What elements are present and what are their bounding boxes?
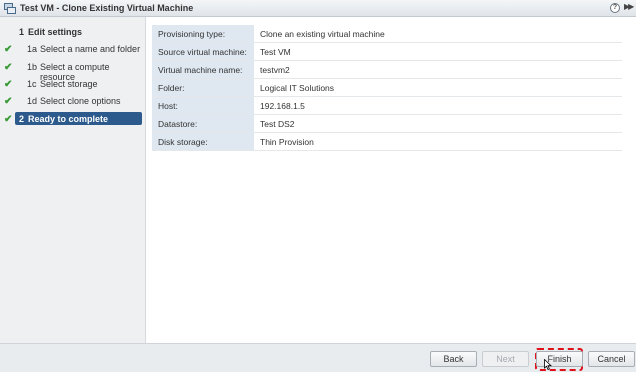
row-value: Clone an existing virtual machine bbox=[254, 25, 622, 43]
main-content: Provisioning type: Clone an existing vir… bbox=[146, 17, 636, 343]
row-label: Virtual machine name: bbox=[152, 60, 254, 79]
step-number: 1a bbox=[27, 44, 38, 54]
table-row: Folder: Logical IT Solutions bbox=[152, 78, 622, 97]
wizard-steps-sidebar: 1 Edit settings ✔ 1a Select a name and f… bbox=[0, 17, 146, 343]
table-row: Host: 192.168.1.5 bbox=[152, 96, 622, 115]
wizard-footer: Back Next Finish Cancel bbox=[0, 343, 636, 372]
step-number: 2 bbox=[19, 114, 25, 124]
help-icon[interactable]: ? bbox=[610, 3, 620, 13]
row-value: 192.168.1.5 bbox=[254, 96, 622, 115]
step-number: 1c bbox=[27, 79, 37, 89]
step-label: Select storage bbox=[40, 79, 98, 89]
step-edit-settings[interactable]: 1 Edit settings bbox=[0, 25, 146, 40]
step-select-storage[interactable]: ✔ 1c Select storage bbox=[0, 77, 146, 92]
table-row: Datastore: Test DS2 bbox=[152, 114, 622, 133]
step-label: Select a name and folder bbox=[40, 44, 141, 54]
step-number: 1 bbox=[19, 27, 25, 37]
row-label: Disk storage: bbox=[152, 132, 254, 151]
row-label: Source virtual machine: bbox=[152, 42, 254, 61]
checkmark-icon: ✔ bbox=[4, 114, 13, 125]
row-label: Folder: bbox=[152, 78, 254, 97]
step-ready-to-complete[interactable]: ✔ 2 Ready to complete bbox=[0, 112, 146, 127]
row-label: Datastore: bbox=[152, 114, 254, 133]
row-label: Host: bbox=[152, 96, 254, 115]
checkmark-icon: ✔ bbox=[4, 62, 13, 73]
settings-summary-table: Provisioning type: Clone an existing vir… bbox=[152, 25, 622, 151]
step-select-compute-resource[interactable]: ✔ 1b Select a compute resource bbox=[0, 60, 146, 82]
next-button: Next bbox=[482, 351, 529, 367]
row-value: Thin Provision bbox=[254, 132, 622, 151]
back-button[interactable]: Back bbox=[430, 351, 477, 367]
vm-clone-icon bbox=[4, 3, 16, 14]
row-label: Provisioning type: bbox=[152, 25, 254, 43]
checkmark-icon: ✔ bbox=[4, 96, 13, 107]
step-select-name-folder[interactable]: ✔ 1a Select a name and folder bbox=[0, 42, 146, 57]
step-select-clone-options[interactable]: ✔ 1d Select clone options bbox=[0, 94, 146, 109]
table-row: Disk storage: Thin Provision bbox=[152, 132, 622, 151]
row-value: Test VM bbox=[254, 42, 622, 61]
step-label: Select clone options bbox=[40, 96, 121, 106]
double-chevron-right-icon[interactable]: ▶▶ bbox=[624, 2, 634, 11]
window-title: Test VM - Clone Existing Virtual Machine bbox=[20, 3, 194, 13]
table-row: Provisioning type: Clone an existing vir… bbox=[152, 25, 622, 43]
table-row: Source virtual machine: Test VM bbox=[152, 42, 622, 61]
row-value: testvm2 bbox=[254, 60, 622, 79]
row-value: Logical IT Solutions bbox=[254, 78, 622, 97]
step-label: Ready to complete bbox=[28, 114, 109, 124]
row-value: Test DS2 bbox=[254, 114, 622, 133]
step-number: 1b bbox=[27, 62, 38, 72]
step-number: 1d bbox=[27, 96, 38, 106]
checkmark-icon: ✔ bbox=[4, 79, 13, 90]
step-label: Edit settings bbox=[28, 27, 83, 37]
title-bar: Test VM - Clone Existing Virtual Machine… bbox=[0, 0, 636, 17]
checkmark-icon: ✔ bbox=[4, 44, 13, 55]
mouse-pointer-icon bbox=[544, 359, 552, 370]
cancel-button[interactable]: Cancel bbox=[588, 351, 635, 367]
table-row: Virtual machine name: testvm2 bbox=[152, 60, 622, 79]
